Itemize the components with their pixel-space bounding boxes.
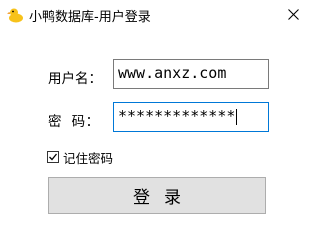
username-value: www.anxz.com [118, 64, 227, 82]
title-bar[interactable]: 小鸭数据库-用户登录 [0, 0, 311, 30]
checkbox-box[interactable] [47, 151, 59, 163]
username-label: 用户名： [48, 71, 102, 87]
duck-icon [7, 7, 25, 23]
text-caret [236, 108, 238, 125]
login-button-label: 登录 [133, 188, 195, 208]
close-button[interactable] [276, 0, 311, 30]
close-icon [288, 9, 299, 20]
username-input[interactable]: www.anxz.com [113, 59, 269, 89]
password-input[interactable]: ************* [113, 102, 269, 132]
password-value: ************* [118, 107, 236, 125]
window-title: 小鸭数据库-用户登录 [29, 10, 151, 25]
remember-password-label: 记住密码 [63, 150, 114, 166]
remember-password-checkbox[interactable]: 记住密码 [47, 149, 114, 166]
checkmark-icon [49, 153, 58, 161]
login-window: 小鸭数据库-用户登录 用户名： www.anxz.com 密 码： ******… [0, 0, 311, 243]
login-button[interactable]: 登录 [48, 177, 266, 214]
password-label: 密 码： [48, 114, 100, 130]
